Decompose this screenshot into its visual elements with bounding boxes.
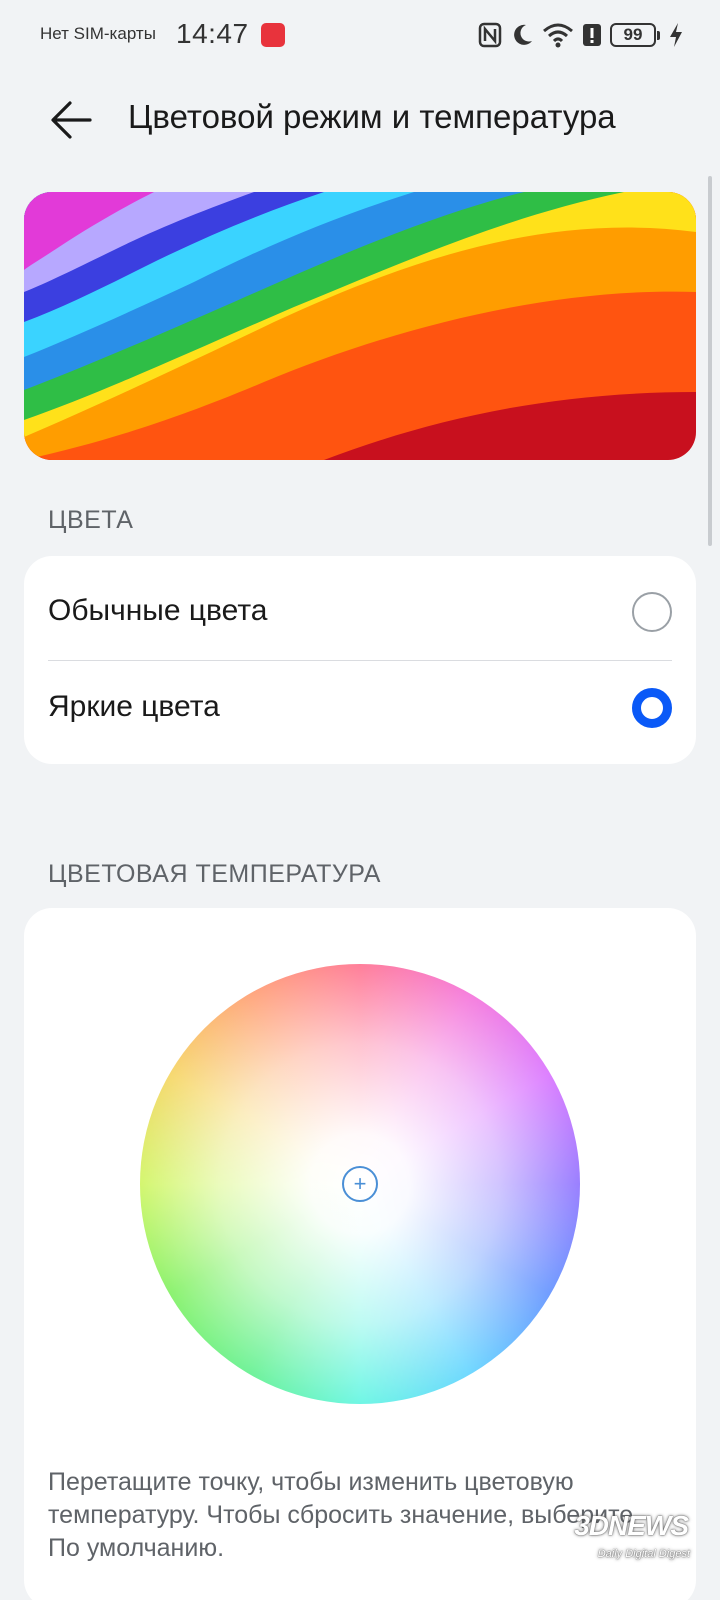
watermark-logo: 3DNEWS Daily Digital Digest	[572, 1508, 696, 1574]
alert-icon	[583, 24, 601, 46]
option-label: Яркие цвета	[48, 690, 220, 723]
back-button[interactable]	[44, 92, 100, 148]
temperature-card: + Перетащите точку, чтобы изменить цвето…	[24, 908, 696, 1600]
radio-normal-colors[interactable]	[632, 592, 672, 632]
battery-indicator: 99	[610, 23, 660, 47]
page-title: Цветовой режим и температура	[128, 98, 616, 135]
carrier-text: Нет SIM-карты	[40, 24, 156, 43]
moon-icon	[514, 24, 532, 45]
watermark-sub: Daily Digital Digest	[597, 1548, 690, 1560]
plus-icon: +	[353, 1171, 367, 1196]
option-label: Обычные цвета	[48, 594, 268, 627]
temperature-hint: Перетащите точку, чтобы изменить цветову…	[48, 1468, 634, 1562]
option-vivid-colors[interactable]: Яркие цвета	[24, 660, 696, 756]
scrollbar[interactable]	[708, 176, 712, 546]
temperature-section-label: ЦВЕТОВАЯ ТЕМПЕРАТУРА	[48, 860, 381, 888]
watermark-main: 3DNEWS	[574, 1510, 689, 1541]
radio-vivid-colors[interactable]	[632, 688, 672, 728]
temperature-handle[interactable]: +	[342, 1166, 378, 1202]
screen: Нет SIM-карты 14:47 99 Цветовой режим и …	[0, 0, 720, 1600]
colors-section-label: ЦВЕТА	[48, 506, 134, 534]
status-bar: Нет SIM-карты 14:47 99	[0, 0, 720, 70]
clock: 14:47	[176, 18, 249, 49]
colors-card: Обычные цвета Яркие цвета	[24, 556, 696, 764]
wifi-icon	[543, 23, 573, 48]
option-normal-colors[interactable]: Обычные цвета	[24, 564, 696, 660]
nfc-icon	[478, 22, 502, 48]
arrow-left-icon	[51, 101, 92, 139]
charging-icon	[670, 23, 682, 47]
color-temperature-wheel[interactable]: +	[140, 964, 580, 1404]
status-icons: 99	[478, 20, 684, 50]
app-notification-icon	[261, 23, 285, 47]
color-preview-image	[24, 192, 696, 460]
